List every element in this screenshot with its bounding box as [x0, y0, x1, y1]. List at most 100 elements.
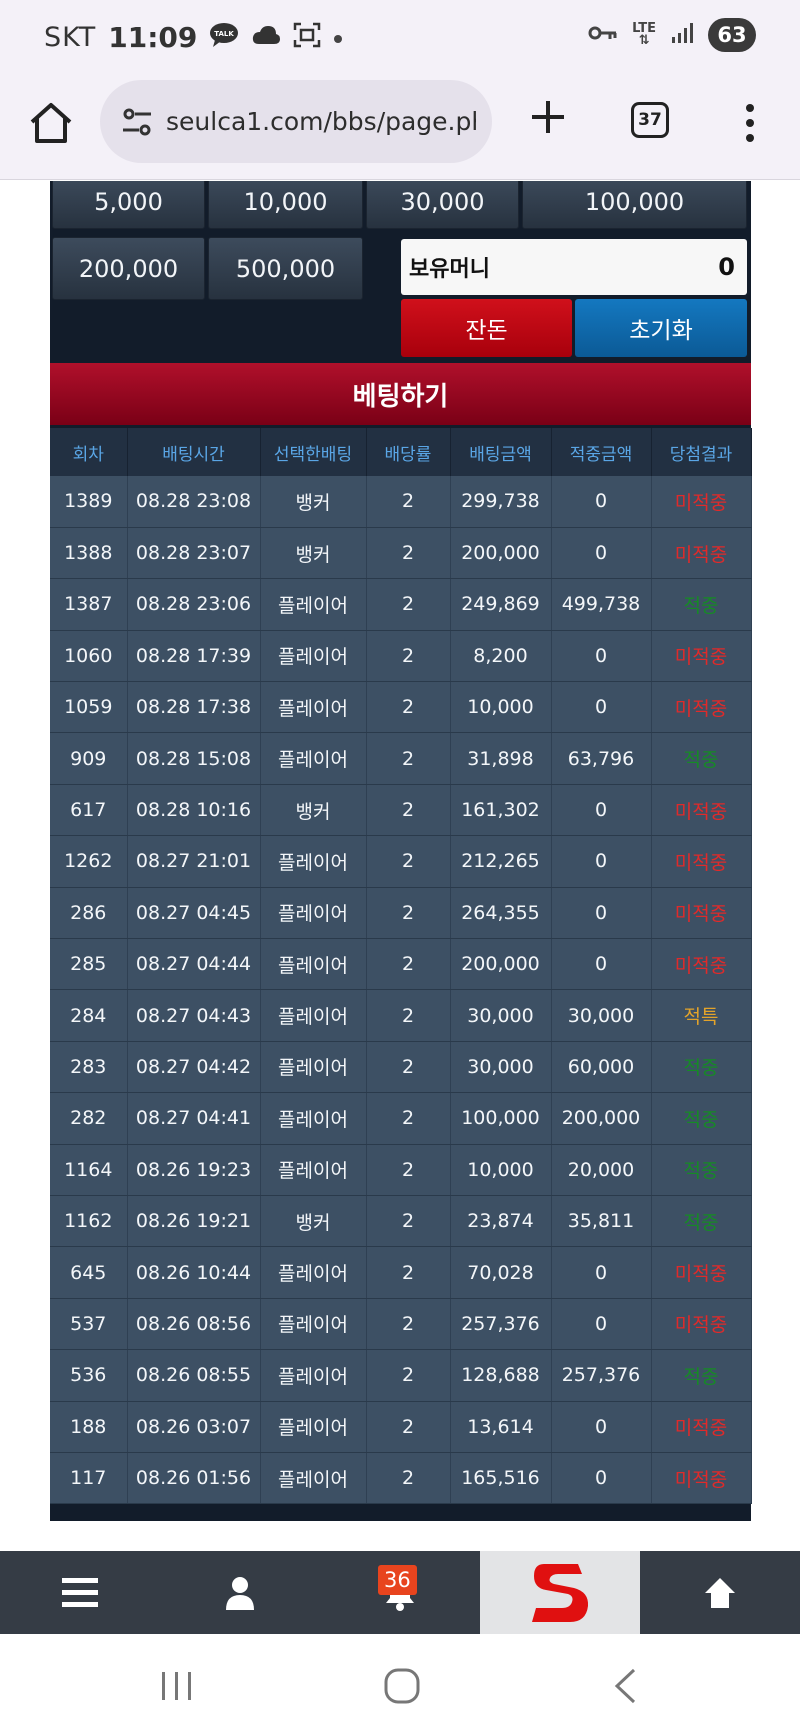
site-bottom-nav: 36 [0, 1551, 800, 1634]
battery-indicator: 63 [708, 18, 756, 52]
scroll-top-button[interactable] [640, 1551, 800, 1634]
table-cell: 08.26 01:56 [127, 1452, 261, 1505]
table-cell: 플레이어 [260, 630, 367, 683]
system-home-button[interactable] [383, 1667, 421, 1709]
status-bar: SKT 11:09 TALK LTE ⇅ 63 [0, 0, 800, 75]
reset-button[interactable]: 초기화 [575, 299, 747, 357]
table-cell: 284 [50, 989, 128, 1042]
chip-100000-button[interactable]: 100,000 [522, 181, 747, 229]
chip-200000-button[interactable]: 200,000 [52, 237, 205, 300]
table-cell: 165,516 [450, 1452, 552, 1505]
table-cell: 08.27 04:44 [127, 938, 261, 991]
table-cell: 23,874 [450, 1195, 552, 1248]
table-row: 1164 08.26 19:23 플레이어 2 10,000 20,000 적중 [50, 1144, 752, 1196]
site-settings-icon[interactable] [120, 105, 154, 139]
plus-icon [532, 101, 564, 133]
chip-5000-button[interactable]: 5,000 [52, 181, 205, 229]
table-cell: 2 [366, 1349, 451, 1402]
table-cell: 2 [366, 1452, 451, 1505]
table-cell: 200,000 [450, 938, 552, 991]
notifications-button[interactable]: 36 [320, 1551, 480, 1634]
table-cell: 2 [366, 938, 451, 991]
talk-icon: TALK [209, 22, 239, 54]
home-button[interactable] [28, 100, 74, 146]
tab-switcher-button[interactable]: 37 [631, 102, 669, 138]
carrier-label: SKT [44, 22, 97, 53]
table-cell: 08.26 03:07 [127, 1401, 261, 1453]
table-cell: 08.28 23:06 [127, 578, 261, 631]
table-cell: 0 [551, 476, 652, 528]
table-cell: 31,898 [450, 732, 552, 785]
table-cell: 08.27 04:43 [127, 989, 261, 1042]
result-cell: 미적중 [651, 1246, 752, 1299]
table-cell: 0 [551, 527, 652, 580]
table-cell: 264,355 [450, 887, 552, 940]
site-logo-button[interactable] [480, 1551, 640, 1634]
table-cell: 299,738 [450, 476, 552, 528]
table-cell: 128,688 [450, 1349, 552, 1402]
menu-button[interactable] [0, 1551, 160, 1634]
table-cell: 플레이어 [260, 938, 367, 991]
table-cell: 2 [366, 1041, 451, 1094]
table-cell: 08.26 10:44 [127, 1246, 261, 1299]
table-cell: 8,200 [450, 630, 552, 683]
column-header: 배팅금액 [450, 428, 552, 476]
betting-history-table: 회차 배팅시간 선택한배팅 배당률 배팅금액 적중금액 당첨결과 1389 08.… [50, 428, 752, 1505]
table-cell: 플레이어 [260, 887, 367, 940]
column-header: 선택한배팅 [260, 428, 367, 476]
table-cell: 08.28 15:08 [127, 732, 261, 785]
table-cell: 2 [366, 578, 451, 631]
chip-30000-button[interactable]: 30,000 [366, 181, 519, 229]
key-icon [588, 24, 618, 46]
result-cell: 적중 [651, 732, 752, 785]
table-cell: 35,811 [551, 1195, 652, 1248]
user-icon [226, 1576, 254, 1610]
result-cell: 적중 [651, 1144, 752, 1196]
table-cell: 0 [551, 681, 652, 734]
chip-500000-button[interactable]: 500,000 [208, 237, 363, 300]
table-cell: 282 [50, 1092, 128, 1145]
url-text: seulca1.com/bbs/page.ph [166, 107, 476, 136]
table-cell: 08.26 19:23 [127, 1144, 261, 1196]
column-header: 배당률 [366, 428, 451, 476]
address-bar[interactable]: seulca1.com/bbs/page.ph [100, 80, 492, 163]
recent-apps-button[interactable] [160, 1670, 194, 1706]
table-cell: 70,028 [450, 1246, 552, 1299]
table-cell: 08.28 10:16 [127, 784, 261, 837]
recents-icon [162, 1672, 191, 1700]
result-cell: 미적중 [651, 527, 752, 580]
result-cell: 미적중 [651, 681, 752, 734]
table-cell: 0 [551, 835, 652, 888]
table-cell: 플레이어 [260, 1092, 367, 1145]
table-cell: 플레이어 [260, 1298, 367, 1351]
table-row: 117 08.26 01:56 플레이어 2 165,516 0 미적중 [50, 1452, 752, 1505]
table-cell: 2 [366, 630, 451, 683]
new-tab-button[interactable] [528, 97, 568, 137]
chip-10000-button[interactable]: 10,000 [208, 181, 363, 229]
change-button[interactable]: 잔돈 [401, 299, 572, 357]
table-cell: 249,869 [450, 578, 552, 631]
table-cell: 2 [366, 1144, 451, 1196]
screenshot-icon [293, 22, 321, 54]
table-cell: 플레이어 [260, 732, 367, 785]
result-cell: 미적중 [651, 1401, 752, 1453]
profile-button[interactable] [160, 1551, 320, 1634]
table-cell: 2 [366, 887, 451, 940]
table-row: 188 08.26 03:07 플레이어 2 13,614 0 미적중 [50, 1401, 752, 1453]
table-cell: 08.27 04:42 [127, 1041, 261, 1094]
result-cell: 미적중 [651, 1298, 752, 1351]
table-row: 1059 08.28 17:38 플레이어 2 10,000 0 미적중 [50, 681, 752, 734]
table-cell: 뱅커 [260, 527, 367, 580]
table-cell: 2 [366, 1401, 451, 1453]
table-cell: 플레이어 [260, 989, 367, 1042]
browser-menu-button[interactable] [740, 103, 760, 143]
back-chevron-icon [614, 1668, 636, 1704]
result-cell: 미적중 [651, 476, 752, 528]
table-cell: 1388 [50, 527, 128, 580]
table-cell: 2 [366, 1195, 451, 1248]
result-cell: 미적중 [651, 784, 752, 837]
table-cell: 10,000 [450, 1144, 552, 1196]
table-cell: 플레이어 [260, 1401, 367, 1453]
table-cell: 플레이어 [260, 578, 367, 631]
back-button[interactable] [612, 1667, 638, 1709]
